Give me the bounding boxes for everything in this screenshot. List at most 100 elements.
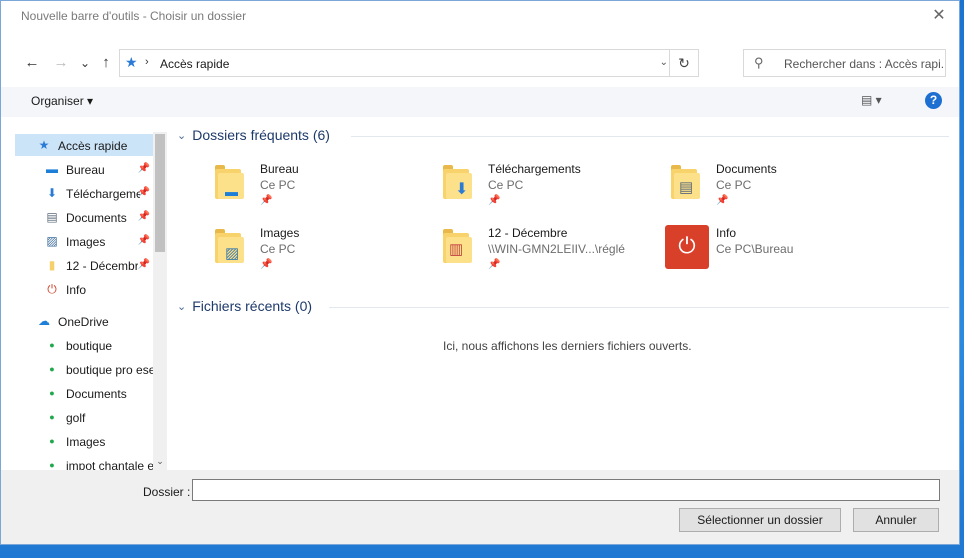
recent-files-header[interactable]: ⌄ Fichiers récents (0) xyxy=(177,298,312,314)
sidebar-item-label: OneDrive xyxy=(58,315,109,329)
tile-name: Téléchargements xyxy=(488,162,581,176)
sidebar-item-label: boutique xyxy=(66,339,113,353)
sidebar-item-images[interactable]: ▨ Images 📌 xyxy=(15,230,153,252)
sidebar-item-label: Documents xyxy=(66,211,127,225)
frequent-folders-title: Dossiers fréquents (6) xyxy=(192,127,330,143)
folder-tile-documents[interactable]: ▤ Documents Ce PC 📌 xyxy=(659,157,879,211)
breadcrumb-separator: › xyxy=(145,56,149,68)
sidebar-item-downloads[interactable]: ⬇ Téléchargements 📌 xyxy=(15,182,153,204)
folder-tile-telechargements[interactable]: ⬇ Téléchargements Ce PC 📌 xyxy=(431,157,651,211)
tile-location: Ce PC xyxy=(716,178,752,192)
navigation-pane: ★ Accès rapide ▬ Bureau 📌 ⬇ Téléchargeme… xyxy=(15,132,167,470)
scroll-down-icon[interactable]: ⌄ xyxy=(153,456,167,467)
sidebar-item-label: boutique pro ese xyxy=(66,363,153,377)
tile-name: Images xyxy=(260,226,300,240)
chevron-down-icon: ⌄ xyxy=(177,129,187,142)
address-bar[interactable]: ★ › Accès rapide ⌄ ↻ xyxy=(119,49,699,77)
download-icon: ⬇ xyxy=(46,186,58,200)
folder-tile-bureau[interactable]: ▬ Bureau Ce PC 📌 xyxy=(203,157,423,211)
folder-field[interactable] xyxy=(192,479,940,501)
tile-location: Ce PC xyxy=(260,178,296,192)
frequent-folders-header[interactable]: ⌄ Dossiers fréquents (6) xyxy=(177,127,330,143)
sidebar-item-golf[interactable]: ● golf xyxy=(15,406,153,428)
sidebar-item-onedrive-images[interactable]: ● Images xyxy=(15,430,153,452)
pin-icon: 📌 xyxy=(137,211,150,222)
title-bar: Nouvelle barre d'outils - Choisir un dos… xyxy=(1,1,959,31)
documents-icon: ▤ xyxy=(679,179,694,196)
sidebar-item-label: Images xyxy=(66,435,106,449)
search-box[interactable]: ⚲ Rechercher dans : Accès rapi... xyxy=(743,49,946,77)
sidebar-item-documents[interactable]: ▤ Documents 📌 xyxy=(15,206,153,228)
pin-icon: 📌 xyxy=(488,259,501,270)
folder-tile-12-decembre[interactable]: ▥ 12 - Décembre \\WIN-GMN2LEIIV...\réglé… xyxy=(431,221,651,275)
star-icon: ★ xyxy=(38,138,50,152)
close-icon[interactable]: ✕ xyxy=(927,5,951,27)
folder-label: Dossier : xyxy=(143,485,191,499)
sidebar-item-label: Accès rapide xyxy=(58,139,128,153)
pin-icon: 📌 xyxy=(260,259,273,270)
sidebar-item-onedrive-documents[interactable]: ● Documents xyxy=(15,382,153,404)
pin-icon: 📌 xyxy=(137,187,150,198)
documents-icon: ▤ xyxy=(46,210,58,224)
info-app-icon: ⏻ xyxy=(665,225,709,269)
sidebar-item-boutique-pro[interactable]: ● boutique pro ese xyxy=(15,358,153,380)
folder-picker-dialog: Nouvelle barre d'outils - Choisir un dos… xyxy=(0,0,960,545)
recent-files-title: Fichiers récents (0) xyxy=(192,298,313,314)
sidebar-item-quick-access[interactable]: ★ Accès rapide xyxy=(15,134,153,156)
pin-icon: 📌 xyxy=(137,235,150,246)
synced-folder-icon: ● xyxy=(49,460,55,470)
sidebar-item-boutique[interactable]: ● boutique xyxy=(15,334,153,356)
cancel-button[interactable]: Annuler xyxy=(853,508,939,532)
help-icon[interactable]: ? xyxy=(925,92,942,109)
chevron-down-icon: ⌄ xyxy=(177,300,187,313)
up-arrow-icon[interactable]: ↑ xyxy=(96,53,116,73)
search-input[interactable]: Rechercher dans : Accès rapi... xyxy=(784,57,944,71)
power-icon: ⏻ xyxy=(678,233,696,258)
sidebar-item-label: Documents xyxy=(66,387,127,401)
pin-icon: 📌 xyxy=(137,163,150,174)
desktop-icon: ▬ xyxy=(225,184,238,199)
tile-location: Ce PC\Bureau xyxy=(716,242,794,256)
window-title: Nouvelle barre d'outils - Choisir un dos… xyxy=(21,9,247,23)
forward-arrow-icon[interactable]: → xyxy=(51,53,71,73)
select-folder-button[interactable]: Sélectionner un dossier xyxy=(679,508,841,532)
synced-folder-icon: ● xyxy=(49,340,55,350)
folder-tile-images[interactable]: ▨ Images Ce PC 📌 xyxy=(203,221,423,275)
synced-folder-icon: ● xyxy=(49,388,55,398)
quick-access-star-icon: ★ xyxy=(125,54,138,70)
back-arrow-icon[interactable]: ← xyxy=(22,53,42,73)
empty-recent-message: Ici, nous affichons les derniers fichier… xyxy=(443,339,692,353)
sidebar-item-onedrive[interactable]: ☁ OneDrive xyxy=(15,310,153,332)
pin-icon: 📌 xyxy=(488,195,501,206)
sidebar-item-label: 12 - Décembre xyxy=(66,259,138,273)
view-options-icon[interactable]: ▤ ▾ xyxy=(861,93,882,107)
breadcrumb-quick-access[interactable]: Accès rapide xyxy=(160,57,229,71)
refresh-icon[interactable]: ↻ xyxy=(669,50,698,76)
recent-locations-icon[interactable]: ⌄ xyxy=(75,53,95,73)
info-app-icon: ⏻ xyxy=(47,282,57,296)
folder-tile-info[interactable]: ⏻ Info Ce PC\Bureau xyxy=(659,221,879,275)
sidebar-item-label: golf xyxy=(66,411,86,425)
divider xyxy=(351,136,949,137)
tile-name: Documents xyxy=(716,162,777,176)
sidebar-item-label: Téléchargements xyxy=(66,187,140,201)
sidebar-item-12-decembre[interactable]: ▮ 12 - Décembre 📌 xyxy=(15,254,153,276)
sidebar-item-label: impot chantale e xyxy=(66,459,153,470)
content-pane: ⌄ Dossiers fréquents (6) ▬ Bureau Ce PC … xyxy=(169,117,959,470)
sidebar-item-label: Bureau xyxy=(66,163,105,177)
chevron-down-icon[interactable]: ⌄ xyxy=(660,57,668,68)
download-icon: ⬇ xyxy=(455,181,469,198)
organise-button[interactable]: Organiser ▾ xyxy=(31,94,93,108)
search-icon: ⚲ xyxy=(754,55,764,70)
images-icon: ▨ xyxy=(225,245,240,262)
sidebar-item-info[interactable]: ⏻ Info xyxy=(15,278,153,300)
tile-name: Bureau xyxy=(260,162,299,176)
sidebar-item-impot[interactable]: ● impot chantale e xyxy=(15,454,153,470)
folder-icon: ▮ xyxy=(48,258,56,272)
pin-icon: 📌 xyxy=(137,259,150,270)
tile-name: 12 - Décembre xyxy=(488,226,568,240)
sidebar-scrollbar-thumb[interactable] xyxy=(155,134,165,252)
sidebar-item-desktop[interactable]: ▬ Bureau 📌 xyxy=(15,158,153,180)
tile-location: \\WIN-GMN2LEIIV...\réglé xyxy=(488,242,625,256)
dialog-footer: Dossier : Sélectionner un dossier Annule… xyxy=(1,470,959,544)
